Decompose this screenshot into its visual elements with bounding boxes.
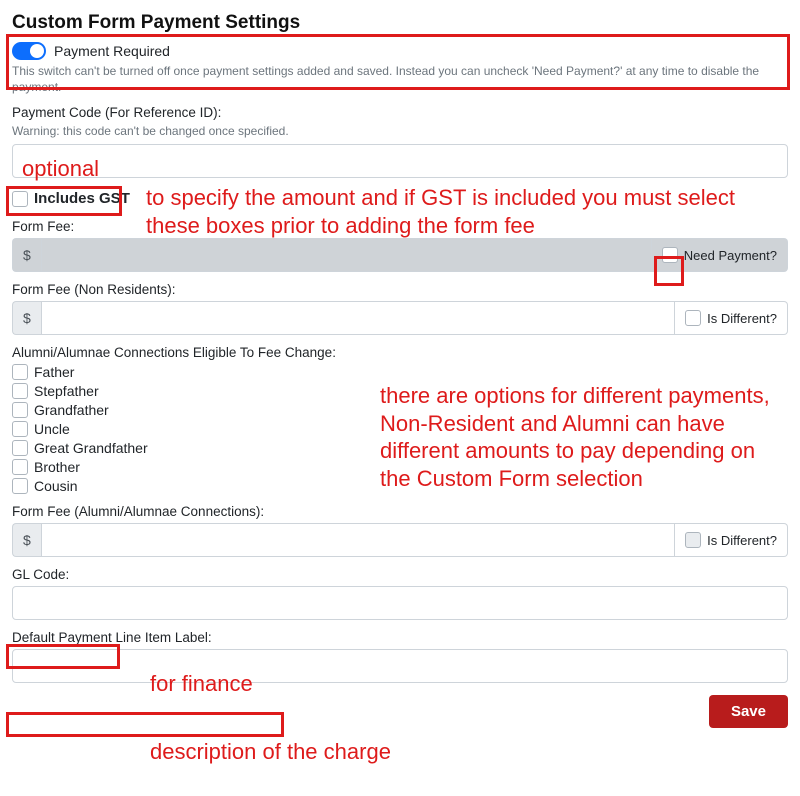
connection-checkbox[interactable] [12, 478, 28, 494]
form-fee-alumni-section: Form Fee (Alumni/Alumnae Connections): $… [12, 504, 788, 557]
line-item-section: Default Payment Line Item Label: [12, 630, 788, 683]
connection-label: Cousin [34, 478, 78, 494]
connection-checkbox[interactable] [12, 440, 28, 456]
connection-label: Uncle [34, 421, 70, 437]
currency-prefix: $ [12, 238, 41, 272]
connection-label: Father [34, 364, 74, 380]
connection-label: Brother [34, 459, 80, 475]
connection-row: Cousin [12, 478, 788, 494]
connection-checkbox[interactable] [12, 364, 28, 380]
gl-code-section: GL Code: [12, 567, 788, 620]
form-fee-nonres-section: Form Fee (Non Residents): $ Is Different… [12, 282, 788, 335]
connection-checkbox[interactable] [12, 383, 28, 399]
connection-row: Brother [12, 459, 788, 475]
is-different-nonres-suffix: Is Different? [675, 301, 788, 335]
payment-required-help: This switch can't be turned off once pay… [12, 64, 788, 95]
form-fee-label: Form Fee: [12, 219, 788, 234]
form-fee-input[interactable] [41, 238, 652, 272]
gl-code-label: GL Code: [12, 567, 788, 582]
connection-row: Great Grandfather [12, 440, 788, 456]
connections-label: Alumni/Alumnae Connections Eligible To F… [12, 345, 788, 360]
payment-required-section: Payment Required This switch can't be tu… [12, 42, 788, 95]
payment-code-input[interactable] [12, 144, 788, 178]
form-fee-section: Form Fee: $ Need Payment? [12, 219, 788, 272]
form-fee-nonres-label: Form Fee (Non Residents): [12, 282, 788, 297]
form-fee-nonres-input[interactable] [41, 301, 675, 335]
currency-prefix-alumni: $ [12, 523, 41, 557]
connections-section: Alumni/Alumnae Connections Eligible To F… [12, 345, 788, 494]
form-fee-alumni-label: Form Fee (Alumni/Alumnae Connections): [12, 504, 788, 519]
is-different-alumni-checkbox[interactable] [685, 532, 701, 548]
connection-row: Father [12, 364, 788, 380]
is-different-alumni-label: Is Different? [707, 533, 777, 548]
gl-code-input[interactable] [12, 586, 788, 620]
is-different-alumni-suffix: Is Different? [675, 523, 788, 557]
connection-row: Uncle [12, 421, 788, 437]
payment-required-label: Payment Required [54, 43, 170, 59]
connection-checkbox[interactable] [12, 459, 28, 475]
payment-code-section: Payment Code (For Reference ID): Warning… [12, 105, 788, 178]
form-fee-alumni-input[interactable] [41, 523, 675, 557]
connection-checkbox[interactable] [12, 402, 28, 418]
need-payment-suffix: Need Payment? [652, 238, 788, 272]
includes-gst-row: Includes GST [12, 190, 788, 207]
annotation-text-charge: description of the charge [150, 738, 391, 766]
includes-gst-checkbox[interactable] [12, 191, 28, 207]
need-payment-checkbox[interactable] [662, 247, 678, 263]
includes-gst-label: Includes GST [34, 190, 130, 207]
connection-row: Grandfather [12, 402, 788, 418]
currency-prefix-nonres: $ [12, 301, 41, 335]
line-item-label: Default Payment Line Item Label: [12, 630, 788, 645]
connection-label: Great Grandfather [34, 440, 148, 456]
connection-label: Grandfather [34, 402, 109, 418]
line-item-input[interactable] [12, 649, 788, 683]
annotation-box-line-item [6, 712, 284, 737]
payment-code-warning: Warning: this code can't be changed once… [12, 124, 788, 138]
save-button[interactable]: Save [709, 695, 788, 728]
is-different-nonres-label: Is Different? [707, 311, 777, 326]
connection-checkbox[interactable] [12, 421, 28, 437]
is-different-nonres-checkbox[interactable] [685, 310, 701, 326]
connection-row: Stepfather [12, 383, 788, 399]
payment-code-label: Payment Code (For Reference ID): [12, 105, 788, 120]
payment-required-toggle[interactable] [12, 42, 46, 60]
need-payment-label: Need Payment? [684, 248, 777, 263]
page-title: Custom Form Payment Settings [12, 12, 788, 34]
connection-label: Stepfather [34, 383, 99, 399]
